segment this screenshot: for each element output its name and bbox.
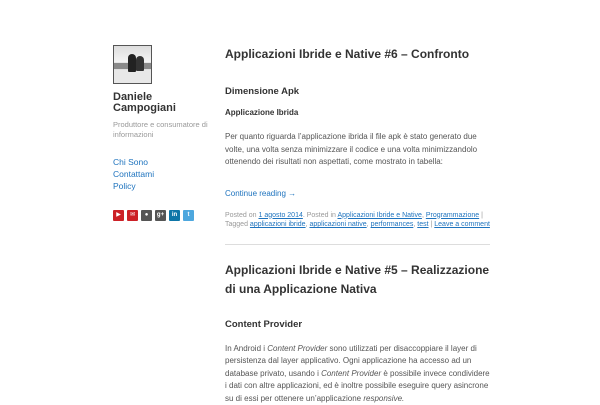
- github-icon[interactable]: ●: [141, 210, 152, 221]
- emphasis-text: Content Provider: [267, 344, 327, 353]
- avatar-figure: [136, 56, 144, 71]
- social-icons: ▶ ✉ ● g+ in t: [113, 210, 208, 221]
- post-excerpt: Per quanto riguarda l’applicazione ibrid…: [225, 131, 490, 169]
- emphasis-text: Content Provider: [321, 369, 381, 378]
- post-excerpt: In Android i Content Provider sono utili…: [225, 343, 490, 405]
- tag-link[interactable]: performances: [371, 221, 414, 228]
- nav-link-policy[interactable]: Policy: [113, 180, 208, 192]
- tag-link[interactable]: applicazioni ibride: [250, 221, 306, 228]
- post-separator: [225, 244, 490, 245]
- emphasis-text: responsive.: [363, 394, 404, 403]
- main-content: Applicazioni Ibride e Native #6 – Confro…: [225, 45, 490, 405]
- tag-link[interactable]: applicazioni native: [309, 221, 366, 228]
- google-plus-icon[interactable]: g+: [155, 210, 166, 221]
- linkedin-icon[interactable]: in: [169, 210, 180, 221]
- posted-on-label: Posted on: [225, 212, 257, 219]
- sidebar-nav: Chi Sono Contattami Policy: [113, 156, 208, 192]
- nav-link-contattami[interactable]: Contattami: [113, 168, 208, 180]
- posted-in-label: . Posted in: [303, 212, 336, 219]
- avatar-figure: [128, 54, 136, 72]
- text-run: In Android i: [225, 344, 265, 353]
- section-heading: Dimensione Apk: [225, 86, 490, 98]
- post-title[interactable]: Applicazioni Ibride e Native #6 – Confro…: [225, 45, 490, 64]
- tag-link[interactable]: test: [417, 221, 428, 228]
- section-heading: Content Provider: [225, 319, 490, 331]
- post-5: Applicazioni Ibride e Native #5 – Realiz…: [225, 261, 490, 405]
- author-avatar[interactable]: [113, 45, 152, 84]
- leave-comment-link[interactable]: Leave a comment: [434, 221, 490, 228]
- post-date-link[interactable]: 1 agosto 2014: [258, 212, 302, 219]
- post-6: Applicazioni Ibride e Native #6 – Confro…: [225, 45, 490, 230]
- youtube-icon[interactable]: ▶: [113, 210, 124, 221]
- continue-reading-link[interactable]: Continue reading →: [225, 189, 296, 198]
- post-title[interactable]: Applicazioni Ibride e Native #5 – Realiz…: [225, 261, 490, 299]
- nav-link-chi-sono[interactable]: Chi Sono: [113, 156, 208, 168]
- subsection-heading: Applicazione Ibrida: [225, 108, 490, 118]
- author-name[interactable]: Daniele Campogiani: [113, 92, 208, 114]
- category-link[interactable]: Programmazione: [426, 212, 479, 219]
- site-tagline: Produttore e consumatore di informazioni: [113, 120, 208, 140]
- sidebar: Daniele Campogiani Produttore e consumat…: [113, 45, 208, 221]
- post-meta: Posted on 1 agosto 2014. Posted in Appli…: [225, 211, 490, 230]
- twitter-icon[interactable]: t: [183, 210, 194, 221]
- email-icon[interactable]: ✉: [127, 210, 138, 221]
- tagged-label: Tagged: [225, 221, 248, 228]
- category-link[interactable]: Applicazioni Ibride e Native: [338, 212, 422, 219]
